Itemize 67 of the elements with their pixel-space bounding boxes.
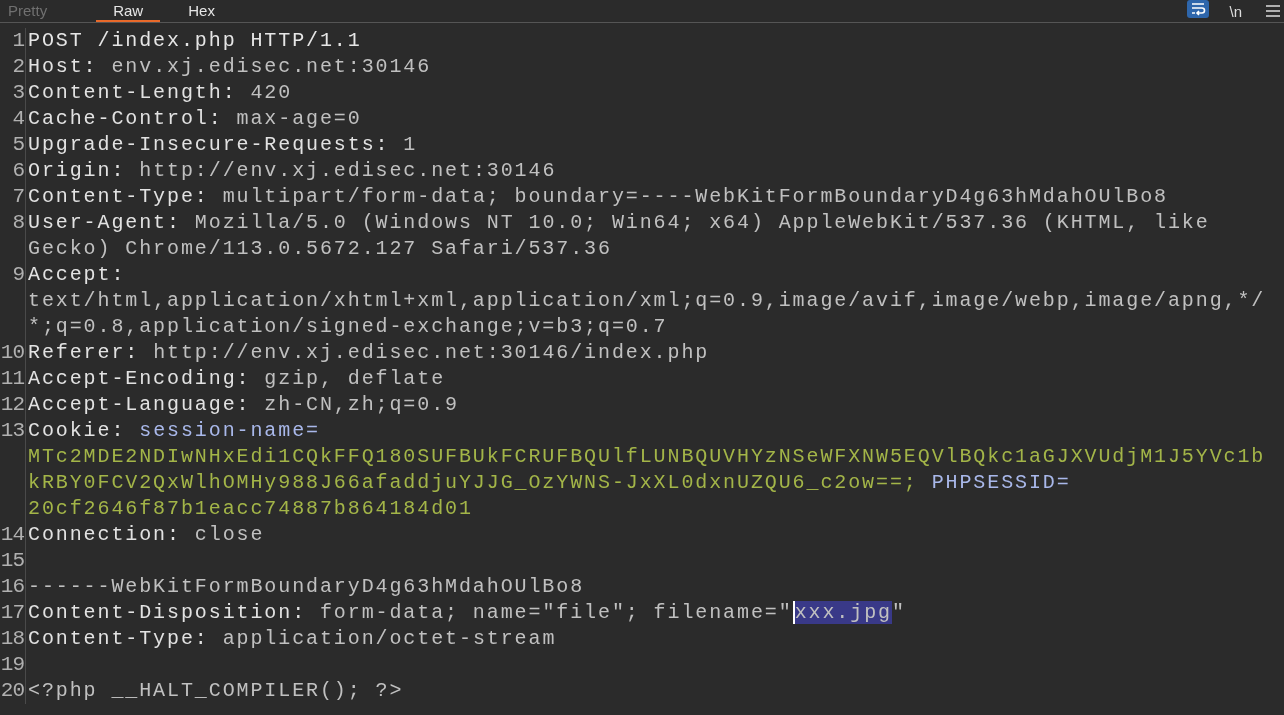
header-value: *;q=0.8,application/signed-exchange;v=b3;q=0.7 <box>28 315 668 338</box>
header-value: max-age=0 <box>236 107 362 130</box>
cookie-name: session-name= <box>139 419 320 442</box>
wrap-icon <box>1190 1 1207 17</box>
line-number: 3 <box>12 80 24 106</box>
header-name: Content-Disposition: <box>28 601 307 624</box>
header-name: Accept-Language: <box>28 393 251 416</box>
line-number: 15 <box>0 548 24 574</box>
header-name: Referer: <box>28 341 140 364</box>
view-tab[interactable]: Raw <box>96 0 161 22</box>
line-number: 8 <box>12 210 24 236</box>
selected-text: xxx.jpg <box>792 601 892 624</box>
header-value: " <box>891 601 906 624</box>
header-name: Cache-Control: <box>28 107 223 130</box>
menu-icon <box>1266 5 1280 17</box>
header-value: http://env.xj.edisec.net:30146 <box>139 159 557 182</box>
newline-toggle[interactable]: \n <box>1225 0 1246 22</box>
header-value: Gecko) Chrome/113.0.5672.127 Safari/537.36 <box>28 237 612 260</box>
header-value: text/html,application/xhtml+xml,application/xml;q=0.9,image/avif,image/webp,image/apng,*/ <box>28 289 1266 312</box>
header-name: Cookie: <box>28 419 126 442</box>
header-name: Host: <box>28 55 98 78</box>
cookie-name: PHPSESSID= <box>931 471 1071 494</box>
header-name: Accept-Encoding: <box>28 367 251 390</box>
header-value: <?php __HALT_COMPILER(); ?> <box>28 679 404 702</box>
cookie-value: 20cf2646f87b1eacc74887b864184d01 <box>28 497 473 520</box>
line-number: 14 <box>0 522 24 548</box>
header-name: Content-Type: <box>28 185 209 208</box>
wrap-toggle[interactable] <box>1187 0 1210 18</box>
line-number: 5 <box>12 132 24 158</box>
header-name: Connection: <box>28 523 181 546</box>
line-number: 12 <box>0 392 24 418</box>
line-number: 6 <box>12 158 24 184</box>
header-value: http://env.xj.edisec.net:30146/index.php <box>153 341 710 364</box>
header-value: 1 <box>403 133 418 156</box>
line-number: 11 <box>0 366 24 392</box>
header-value: multipart/form-data; boundary=----WebKitFormBoundaryD4g63hMdahOUlBo8 <box>222 185 1168 208</box>
header-value: application/octet-stream <box>222 627 557 650</box>
header-value: 420 <box>250 81 293 104</box>
line-number: 13 <box>0 418 24 444</box>
line-number: 17 <box>0 600 24 626</box>
header-value: form-data; name="file"; filename=" <box>319 601 793 624</box>
header-value: zh-CN,zh;q=0.9 <box>264 393 459 416</box>
cookie-value: MTc2MDE2NDIwNHxEdi1CQkFFQ180SUFBUkFCRUFBQUlfLUNBQUVHYzNSeWFXNW5EQVlBQkc1aGJXVUdjM1J5YVc1b <box>28 445 1266 468</box>
line-number: 9 <box>12 262 24 288</box>
header-value: env.xj.edisec.net:30146 <box>111 55 432 78</box>
request-line: POST /index.php HTTP/1.1 <box>28 29 362 52</box>
header-name: Content-Type: <box>28 627 209 650</box>
line-number: 10 <box>0 340 24 366</box>
header-name: User-Agent: <box>28 211 181 234</box>
line-number: 4 <box>12 106 24 132</box>
header-name: Origin: <box>28 159 126 182</box>
header-value: gzip, deflate <box>264 367 446 390</box>
line-number: 20 <box>0 678 24 704</box>
header-value: ------WebKitFormBoundaryD4g63hMdahOUlBo8 <box>28 575 585 598</box>
header-value: Mozilla/5.0 (Windows NT 10.0; Win64; x64) AppleWebKit/537.36 (KHTML, like <box>194 211 1210 234</box>
line-number: 2 <box>12 54 24 80</box>
header-name: Content-Length: <box>28 81 237 104</box>
line-number: 19 <box>0 652 24 678</box>
line-number: 18 <box>0 626 24 652</box>
header-name: Upgrade-Insecure-Requests: <box>28 133 390 156</box>
line-number: 1 <box>12 28 24 54</box>
line-number: 7 <box>12 184 24 210</box>
cookie-value: kRBY0FCV2QxWlhOMHy988J66afaddjuYJJG_OzYWNS-JxXL0dxnUZQU6_c2ow==; <box>28 471 918 494</box>
view-tab[interactable]: Hex <box>180 0 236 22</box>
line-number: 16 <box>0 574 24 600</box>
header-value: close <box>194 523 265 546</box>
header-name: Accept: <box>28 263 126 286</box>
